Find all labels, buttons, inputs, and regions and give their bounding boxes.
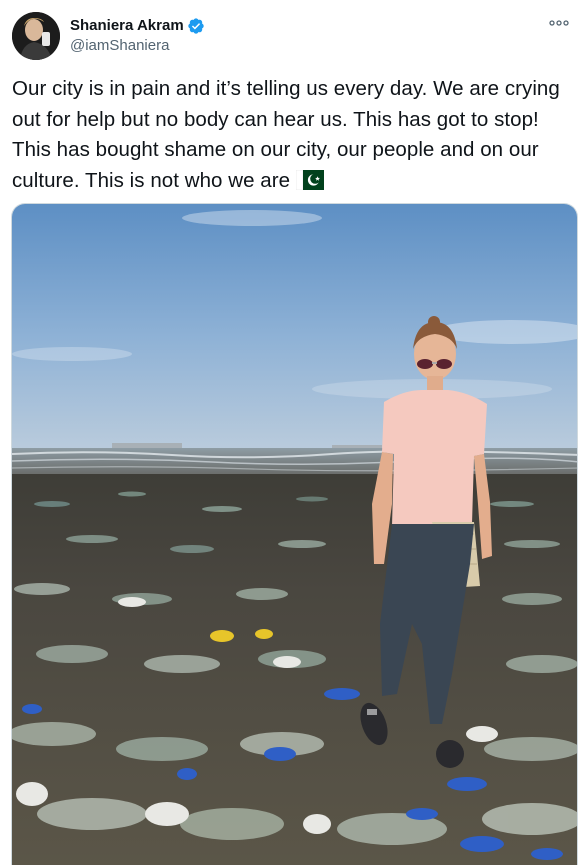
avatar[interactable] — [12, 12, 60, 60]
tweet-body: Our city is in pain and it’s telling us … — [12, 77, 560, 192]
tweet-text: Our city is in pain and it’s telling us … — [12, 74, 574, 196]
tweet-photo[interactable] — [11, 203, 578, 865]
user-handle[interactable]: @iamShaniera — [70, 36, 205, 56]
more-horizontal-icon[interactable] — [548, 14, 570, 32]
flag-pakistan-icon — [295, 169, 325, 190]
name-row: Shaniera Akram — [70, 16, 205, 36]
display-name[interactable]: Shaniera Akram — [70, 16, 184, 36]
user-names: Shaniera Akram @iamShaniera — [70, 16, 205, 56]
verified-badge-icon — [187, 17, 205, 35]
tweet: Shaniera Akram @iamShaniera Our city is … — [0, 0, 586, 865]
tweet-header: Shaniera Akram @iamShaniera — [12, 12, 574, 60]
